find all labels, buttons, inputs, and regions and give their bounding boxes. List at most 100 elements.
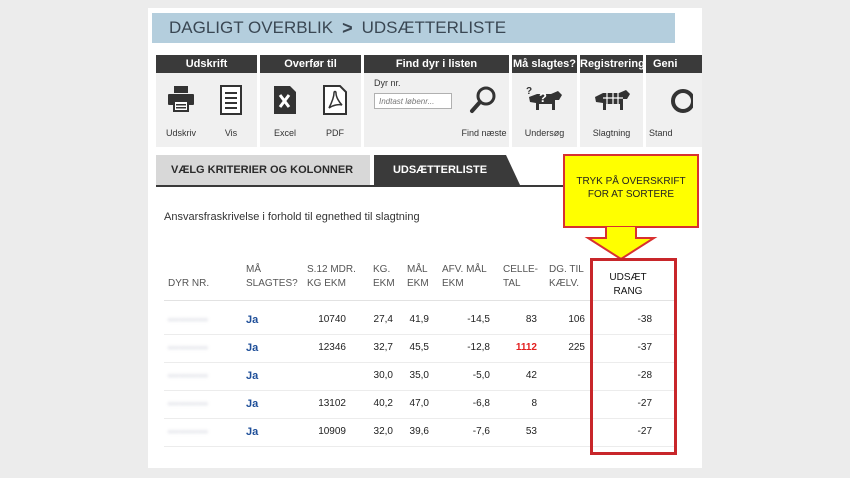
group-title-registrering: Registrering [580,55,643,73]
cell-kg-ekm: 40,2 [373,398,393,409]
cell-dyr-nr[interactable]: ••••••••••• [168,306,238,334]
find-naeste-button[interactable]: Find næste [459,73,509,147]
cell-s12-mdr: 12346 [318,342,346,353]
group-title-overfoer: Overfør til [260,55,361,73]
header-celle-line1: CELLE- [503,264,539,275]
header-maa-slagtes[interactable]: MÅ SLAGTES? [246,263,306,291]
header-maa-line2: SLAGTES? [246,278,298,289]
excel-icon [274,86,296,114]
udskriv-button[interactable]: Udskriv [156,73,206,147]
cell-maa-slagtes[interactable]: Ja [246,418,276,446]
header-s12-line1: S.12 MDR. [307,264,356,275]
header-kg-line1: KG. [373,264,391,275]
excel-button[interactable]: Excel [260,73,310,147]
group-title-udskrift: Udskrift [156,55,257,73]
stand-button[interactable]: Stand [646,73,702,147]
header-maal-line1: MÅL [407,264,428,275]
header-afv-line2: EKM [442,278,464,289]
vis-button[interactable]: Vis [206,73,256,147]
header-celle-line2: TAL [503,278,521,289]
header-maal-ekm[interactable]: MÅL EKM [407,263,437,291]
cell-celletal: 8 [531,398,537,409]
header-dyr-nr[interactable]: DYR NR. [168,277,209,291]
callout-line1: TRYK PÅ OVERSKRIFT [576,176,686,187]
toolbar-group-overfoer: Overfør til Excel PDF [260,55,361,147]
callout-line2: FOR AT SORTERE [587,189,675,200]
cell-afv-maal: -12,8 [467,342,490,353]
cell-maa-slagtes[interactable]: Ja [246,306,276,334]
undersoeg-button[interactable]: ? ? Undersøg [512,73,577,147]
cell-s12-mdr: 13102 [318,398,346,409]
cell-maa-slagtes[interactable]: Ja [246,390,276,418]
header-kg-line2: EKM [373,278,395,289]
dyr-nr-input[interactable] [374,93,452,109]
cell-dyr-nr[interactable]: ••••••••••• [168,418,238,446]
cell-dyr-nr[interactable]: ••••••••••• [168,362,238,390]
group-title-geni: Geni [646,55,702,73]
cow-question-icon: ? ? [526,86,562,110]
toolbar-group-geni: Geni Stand [646,55,702,147]
undersoeg-label: Undersøg [524,128,565,138]
pdf-label: PDF [326,128,344,138]
disclaimer-link[interactable]: Ansvarsfraskrivelse i forhold til egneth… [164,211,420,223]
cow-cuts-icon [594,90,630,110]
group-title-find: Find dyr i listen [364,55,509,73]
cell-afv-maal: -6,8 [472,398,490,409]
cell-dyr-nr[interactable]: ••••••••••• [168,390,238,418]
breadcrumb-current: UDSÆTTERLISTE [361,18,507,37]
cell-dyr-nr[interactable]: ••••••••••• [168,334,238,362]
magnifier-icon [470,86,496,113]
toolbar-group-find: Find dyr i listen Dyr nr. Find næste [364,55,509,147]
cell-maal-ekm: 41,9 [409,314,429,325]
vis-label: Vis [224,128,238,138]
cell-maa-slagtes[interactable]: Ja [246,334,276,362]
svg-text:?: ? [539,90,547,105]
breadcrumb-dagligt-overblik[interactable]: DAGLIGT OVERBLIK [169,18,333,38]
callout-arrow-icon [584,226,658,260]
cell-kg-ekm: 27,4 [373,314,393,325]
header-kg-ekm[interactable]: KG. EKM [373,263,403,291]
cell-s12-mdr: 10909 [318,426,346,437]
cell-maal-ekm: 39,6 [409,426,429,437]
svg-text:?: ? [526,86,532,97]
header-afv-line1: AFV. MÅL [442,264,487,275]
toolbar: Udskrift Udskriv Vis Overfør til Excel P… [148,55,702,147]
tab-vaelg-kriterier[interactable]: VÆLG KRITERIER OG KOLONNER [156,155,370,185]
header-maal-line2: EKM [407,278,429,289]
header-s12-mdr[interactable]: S.12 MDR. KG EKM [307,263,369,291]
cell-maa-slagtes[interactable]: Ja [246,362,276,390]
cell-celletal: 53 [525,426,537,437]
stand-label: Stand [649,128,673,138]
cell-celletal: 1112 [515,342,537,353]
slagtning-label: Slagtning [592,128,631,138]
cell-maal-ekm: 47,0 [409,398,429,409]
toolbar-group-maa-slagtes: Må slagtes? ? ? Undersøg [512,55,577,147]
cell-celletal: 83 [525,314,537,325]
cell-maal-ekm: 45,5 [409,342,429,353]
header-dg-line2: KÆLV. [549,278,580,289]
header-dg-til-kaelv[interactable]: DG. TIL KÆLV. [549,263,591,291]
pdf-button[interactable]: PDF [310,73,360,147]
header-dg-line1: DG. TIL [549,264,584,275]
pdf-icon [323,85,347,115]
toolbar-group-udskrift: Udskrift Udskriv Vis [156,55,257,147]
cell-afv-maal: -7,6 [472,426,490,437]
sort-hint-callout: TRYK PÅ OVERSKRIFT FOR AT SORTERE [563,154,699,228]
header-s12-line2: KG EKM [307,278,346,289]
cell-s12-mdr: 10740 [318,314,346,325]
breadcrumb-separator: > [342,17,353,38]
cell-celletal: 42 [525,370,537,381]
cell-kg-ekm: 32,0 [373,426,393,437]
cell-dg-til-kaelv: 106 [568,314,585,325]
tab-udsaetterliste[interactable]: UDSÆTTERLISTE [374,155,520,185]
find-naeste-label: Find næste [461,128,507,138]
cell-afv-maal: -5,0 [472,370,490,381]
slagtning-button[interactable]: Slagtning [580,73,643,147]
printer-icon [168,86,194,112]
group-title-maa-slagtes: Må slagtes? [512,55,577,73]
header-afv-maal[interactable]: AFV. MÅL EKM [442,263,498,291]
header-celletal[interactable]: CELLE- TAL [503,263,543,291]
document-icon [220,85,242,115]
cell-dg-til-kaelv: 225 [568,342,585,353]
cell-kg-ekm: 30,0 [373,370,393,381]
